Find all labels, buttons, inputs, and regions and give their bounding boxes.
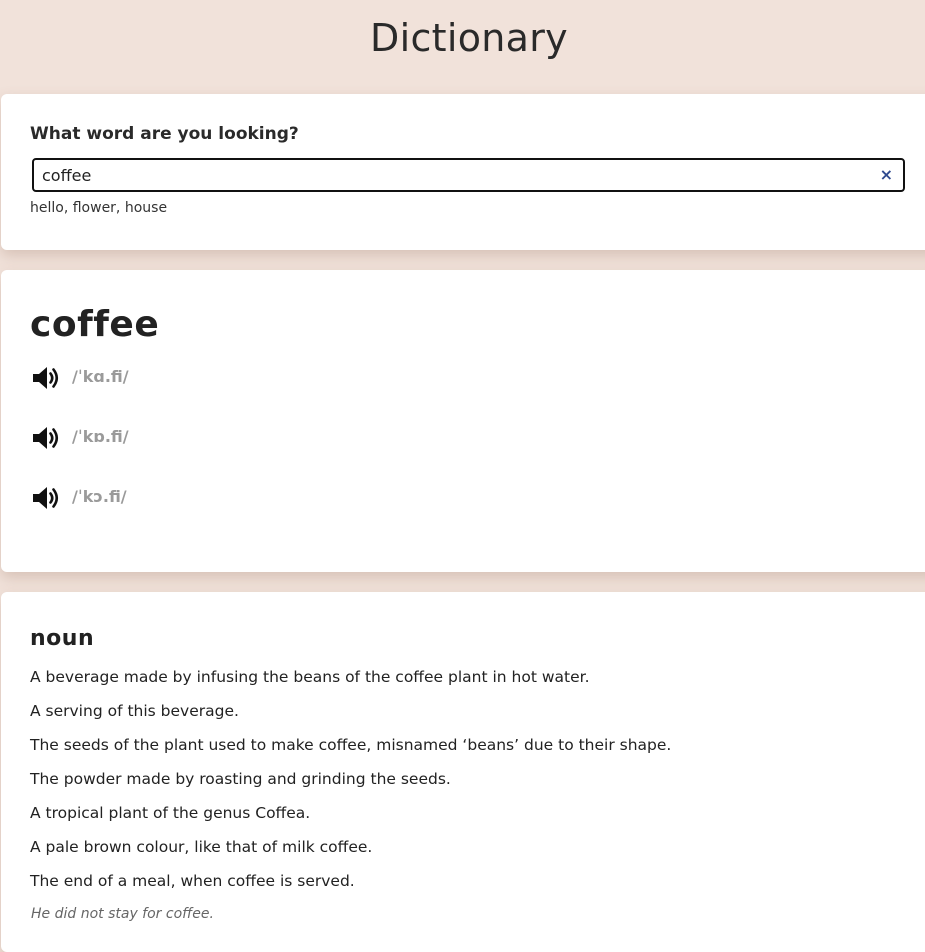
phonetic-row: /ˈkɔ.fi/: [30, 480, 127, 516]
search-field[interactable]: ×: [32, 158, 905, 192]
search-input[interactable]: [42, 164, 862, 186]
definition-item: A serving of this beverage.: [30, 702, 239, 720]
close-icon[interactable]: ×: [880, 165, 893, 185]
definition-example: He did not stay for coffee.: [31, 906, 214, 922]
phonetic-text: /ˈkɒ.fi/: [72, 426, 129, 446]
definition-item: A tropical plant of the genus Coffea.: [30, 804, 311, 822]
phonetic-row: /ˈkɒ.fi/: [30, 420, 129, 456]
phonetic-text: /ˈkɔ.fi/: [72, 486, 127, 506]
speaker-icon[interactable]: [30, 422, 62, 454]
definition-item: The end of a meal, when coffee is served…: [30, 872, 355, 890]
phonetic-text: /ˈkɑ.fi/: [72, 366, 129, 386]
word-title: coffee: [30, 304, 160, 345]
definition-item: The powder made by roasting and grinding…: [30, 770, 451, 788]
search-label: What word are you looking?: [30, 124, 299, 144]
part-of-speech-heading: noun: [30, 626, 95, 651]
phonetic-row: /ˈkɑ.fi/: [30, 360, 129, 396]
search-suggestions: hello, flower, house: [30, 200, 168, 216]
speaker-icon[interactable]: [30, 482, 62, 514]
definition-item: A pale brown colour, like that of milk c…: [30, 838, 373, 856]
definition-item: A beverage made by infusing the beans of…: [30, 668, 590, 686]
speaker-icon[interactable]: [30, 362, 62, 394]
page-title: Dictionary: [370, 16, 568, 60]
definition-item: The seeds of the plant used to make coff…: [30, 736, 672, 754]
